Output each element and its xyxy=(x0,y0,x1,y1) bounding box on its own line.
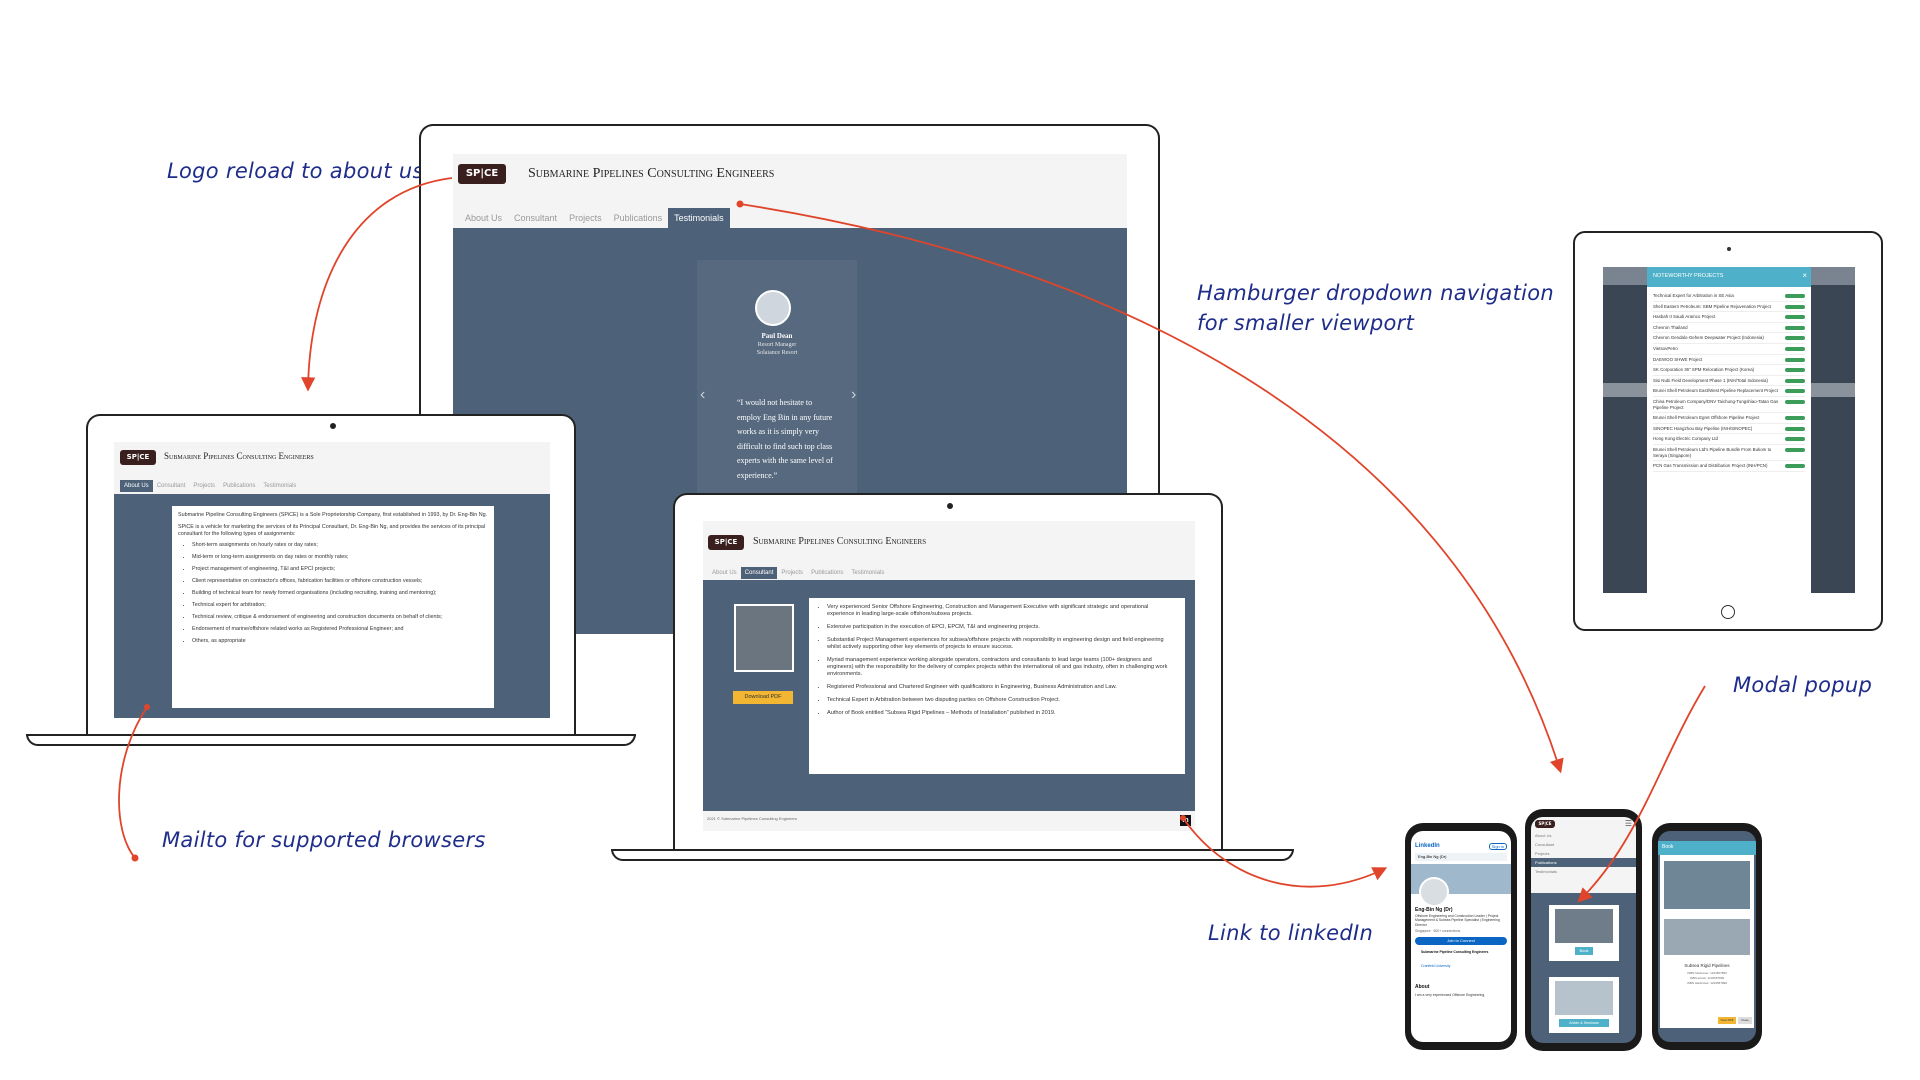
arrow-header-to-hamburger xyxy=(739,203,1564,774)
arrow-modal-to-phone xyxy=(1577,685,1706,903)
annotation-arrows xyxy=(118,177,1706,903)
arrow-about-to-mailto xyxy=(118,706,148,859)
arrow-linkedin-icon-to-phone xyxy=(1182,817,1388,888)
arrow-origin-header xyxy=(736,200,744,208)
arrow-origin-about xyxy=(144,704,150,710)
arrow-logo-to-about xyxy=(301,177,453,392)
arrow-end-mailto xyxy=(131,854,139,862)
arrow-origin-linkedin xyxy=(1180,815,1186,821)
